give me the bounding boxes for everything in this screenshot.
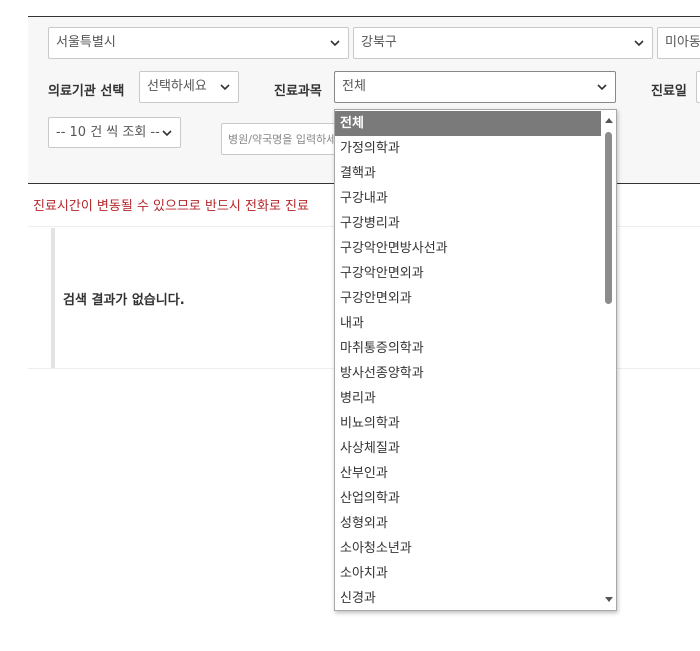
scroll-down-arrow-icon[interactable]: [601, 592, 616, 607]
dropdown-option[interactable]: 소아치과: [335, 561, 602, 586]
dong-select-value: 미아동: [665, 35, 700, 50]
dropdown-option[interactable]: 구강안면외과: [335, 286, 602, 311]
chevron-down-icon: [161, 118, 173, 147]
dropdown-option[interactable]: 사상체질과: [335, 436, 602, 461]
chevron-down-icon: [596, 72, 608, 102]
dropdown-scrollbar[interactable]: [601, 110, 616, 610]
city-select-value: 서울특별시: [56, 35, 116, 50]
hospital-search-input[interactable]: [221, 123, 341, 155]
dropdown-option[interactable]: 성형외과: [335, 511, 602, 536]
dong-select[interactable]: 미아동: [657, 27, 700, 59]
empty-result-message: 검색 결과가 없습니다.: [63, 293, 185, 308]
dropdown-option[interactable]: 병리과: [335, 386, 602, 411]
chevron-down-icon: [219, 72, 231, 102]
dropdown-option[interactable]: 산부인과: [335, 461, 602, 486]
dropdown-option[interactable]: 마취통증의학과: [335, 336, 602, 361]
dropdown-option[interactable]: 구강내과: [335, 186, 602, 211]
institution-select[interactable]: 선택하세요: [139, 71, 239, 103]
dropdown-option[interactable]: 구강병리과: [335, 211, 602, 236]
dropdown-option[interactable]: 내과: [335, 311, 602, 336]
scrollbar-thumb[interactable]: [605, 132, 612, 304]
department-select-value: 전체: [342, 79, 366, 94]
department-select[interactable]: 전체: [334, 71, 616, 103]
dropdown-option[interactable]: 산업의학과: [335, 486, 602, 511]
dropdown-option[interactable]: 전체: [335, 111, 602, 136]
institution-select-value: 선택하세요: [147, 79, 207, 94]
scroll-up-arrow-icon[interactable]: [601, 113, 616, 128]
dropdown-option[interactable]: 구강악안면방사선과: [335, 236, 602, 261]
result-accent-bar: [51, 228, 55, 368]
dropdown-option[interactable]: 비뇨의학과: [335, 411, 602, 436]
dropdown-option[interactable]: 신경과: [335, 586, 602, 610]
institution-label: 의료기관 선택: [48, 84, 125, 99]
city-select[interactable]: 서울특별시: [48, 27, 349, 59]
dropdown-option[interactable]: 소아청소년과: [335, 536, 602, 561]
date-label: 진료일: [651, 84, 687, 99]
district-select[interactable]: 강북구: [353, 27, 653, 59]
department-dropdown-list[interactable]: 전체 가정의학과 결핵과 구강내과 구강병리과 구강악안면방사선과 구강악안면외과 구강안면외…: [334, 109, 617, 611]
dropdown-option[interactable]: 가정의학과: [335, 136, 602, 161]
district-select-value: 강북구: [361, 35, 397, 50]
dropdown-option[interactable]: 결핵과: [335, 161, 602, 186]
dropdown-option[interactable]: 방사선종양학과: [335, 361, 602, 386]
page-size-select[interactable]: -- 10 건 씩 조회 --: [48, 117, 181, 148]
chevron-down-icon: [633, 28, 645, 58]
chevron-down-icon: [329, 28, 341, 58]
department-options: 전체 가정의학과 결핵과 구강내과 구강병리과 구강악안면방사선과 구강악안면외과 구강안면외…: [335, 111, 602, 610]
page-size-select-value: -- 10 건 씩 조회 --: [56, 125, 160, 140]
date-field[interactable]: [696, 71, 700, 103]
department-label: 진료과목: [274, 84, 322, 99]
notice-text: 진료시간이 변동될 수 있으므로 반드시 전화로 진료: [33, 199, 309, 214]
dropdown-option[interactable]: 구강악안면외과: [335, 261, 602, 286]
